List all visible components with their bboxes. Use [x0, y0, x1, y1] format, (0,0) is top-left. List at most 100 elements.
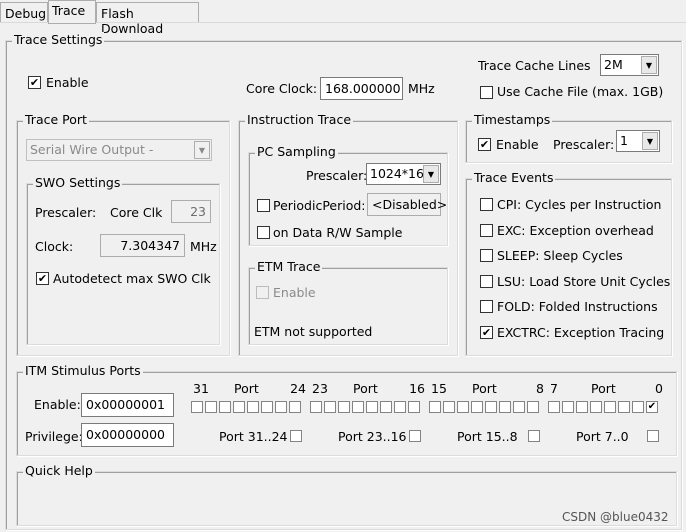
use-cache-file-checkbox[interactable]: [480, 86, 493, 99]
cache-lines-select[interactable]: 2M ▼: [600, 54, 659, 76]
port-bit-checkbox[interactable]: [604, 401, 616, 413]
trace-event-checkbox[interactable]: [480, 249, 493, 263]
port-bit-checkbox[interactable]: [289, 401, 301, 413]
timestamps-enable-label: Enable: [496, 137, 539, 152]
port-bit-checkbox[interactable]: [205, 401, 217, 413]
port-bit-checkbox[interactable]: [499, 401, 511, 413]
bit-low-label: 8: [536, 381, 544, 396]
trace-event-checkbox[interactable]: [480, 223, 493, 237]
bit-low-label: 0: [655, 381, 663, 396]
tab-flash-download[interactable]: Flash Download: [96, 2, 199, 36]
port-bit-checkbox[interactable]: [590, 401, 602, 413]
trace-event-checkbox[interactable]: ✔: [480, 326, 493, 339]
port-bit-checkbox[interactable]: [513, 401, 525, 413]
group-title: Trace Events: [472, 170, 556, 185]
chevron-down-icon: ▼: [641, 56, 657, 74]
port-label: Port: [591, 381, 616, 396]
group-title: Trace Port: [23, 112, 89, 127]
etm-enable-checkbox[interactable]: [256, 286, 269, 299]
port-bit-checkbox[interactable]: [219, 401, 231, 413]
bit-low-label: 24: [290, 381, 306, 396]
trace-event-label: SLEEP: Sleep Cycles: [497, 248, 623, 264]
trace-event-checkbox[interactable]: [480, 198, 493, 211]
port-privilege-label: Port 7..0: [576, 429, 629, 444]
port-bit-checkbox[interactable]: [191, 401, 203, 413]
timestamps-enable-checkbox[interactable]: ✔: [478, 138, 491, 151]
port-bit-checkbox[interactable]: [380, 401, 392, 413]
trace-event-checkbox[interactable]: [480, 274, 493, 288]
trace-event-label: EXCTRC: Exception Tracing: [497, 325, 665, 340]
trace-port-select[interactable]: Serial Wire Output - UART/NRZ ▼: [26, 139, 212, 161]
group-title: Trace Settings: [12, 32, 105, 47]
port-privilege-checkbox[interactable]: [409, 430, 421, 442]
pc-prescaler-select[interactable]: 1024*16 ▼: [366, 163, 441, 185]
periodic-input[interactable]: <Disabled>: [367, 193, 447, 216]
port-bit-checkbox[interactable]: [527, 401, 539, 413]
watermark: CSDN @blue0432: [562, 510, 669, 524]
port-bit-checkbox[interactable]: ✔: [646, 401, 658, 413]
port-bit-checkbox[interactable]: [366, 401, 378, 413]
port-bit-checkbox[interactable]: [324, 401, 336, 413]
port-bit-checkbox[interactable]: [275, 401, 287, 413]
port-bit-checkbox[interactable]: [632, 401, 644, 413]
bit-low-label: 16: [409, 381, 425, 396]
port-privilege-label: Port 23..16: [338, 429, 407, 444]
data-rw-sample-checkbox[interactable]: [257, 226, 270, 239]
tab-trace[interactable]: Trace: [48, 0, 96, 24]
trace-event-label: EXC: Exception overhead: [497, 222, 654, 238]
port-label: Port: [472, 381, 497, 396]
tab-debug[interactable]: Debug: [0, 2, 48, 23]
port-bit-checkbox[interactable]: [443, 401, 455, 413]
group-title: Quick Help: [23, 463, 95, 478]
swo-prescaler-input[interactable]: 23: [171, 200, 211, 223]
port-bit-checkbox[interactable]: [394, 401, 406, 413]
swo-clock-input[interactable]: 7.304347: [100, 234, 185, 257]
itm-enable-label: Enable:: [34, 397, 81, 412]
etm-status: ETM not supported: [254, 324, 373, 339]
port-bit-checkbox[interactable]: [485, 401, 497, 413]
bit-high-label: 15: [431, 381, 447, 396]
port-bit-checkbox[interactable]: [338, 401, 350, 413]
cache-lines-value: 2M: [604, 57, 623, 72]
port-privilege-checkbox[interactable]: [647, 430, 659, 442]
trace-enable-label: Enable: [46, 75, 89, 90]
port-label: Port: [234, 381, 259, 396]
trace-port-value: Serial Wire Output - UART/NRZ: [30, 142, 154, 160]
trace-event-label: LSU: Load Store Unit Cycles: [497, 273, 671, 289]
periodic-checkbox[interactable]: [257, 199, 270, 212]
autodetect-swo-checkbox[interactable]: ✔: [36, 272, 49, 285]
port-bit-checkbox[interactable]: [247, 401, 259, 413]
core-clock-input[interactable]: 168.000000: [320, 77, 403, 100]
timestamps-prescaler-value: 1: [620, 133, 628, 148]
port-bit-checkbox[interactable]: [429, 401, 441, 413]
trace-event-checkbox[interactable]: [480, 300, 493, 314]
port-bit-checkbox[interactable]: [576, 401, 588, 413]
port-privilege-checkbox[interactable]: [528, 430, 540, 442]
port-bit-checkbox[interactable]: [471, 401, 483, 413]
autodetect-swo-label: Autodetect max SWO Clk: [53, 271, 211, 286]
port-bit-checkbox[interactable]: [562, 401, 574, 413]
port-bit-checkbox[interactable]: [548, 401, 560, 413]
itm-enable-input[interactable]: 0x00000001: [81, 393, 174, 417]
group-title: Timestamps: [472, 112, 553, 127]
trace-enable-checkbox[interactable]: ✔: [28, 76, 41, 89]
cache-lines-label: Trace Cache Lines: [478, 58, 591, 73]
use-cache-file-label: Use Cache File (max. 1GB): [497, 84, 664, 99]
port-bit-checkbox[interactable]: [457, 401, 469, 413]
core-clock-label: Core Clock:: [246, 81, 318, 96]
port-bit-checkbox[interactable]: [310, 401, 322, 413]
port-privilege-label: Port 31..24: [219, 429, 288, 444]
trace-event-label: FOLD: Folded Instructions: [497, 299, 658, 315]
port-privilege-checkbox[interactable]: [290, 430, 302, 442]
port-bit-checkbox[interactable]: [233, 401, 245, 413]
chevron-down-icon: ▼: [642, 132, 658, 150]
timestamps-prescaler-select[interactable]: 1 ▼: [616, 130, 660, 152]
itm-privilege-input[interactable]: 0x00000000: [81, 423, 174, 447]
swo-clock-unit: MHz: [190, 239, 217, 254]
port-bit-checkbox[interactable]: [618, 401, 630, 413]
bit-high-label: 7: [550, 381, 558, 396]
pc-prescaler-label: Prescaler:: [306, 168, 368, 183]
port-bit-checkbox[interactable]: [352, 401, 364, 413]
port-bit-checkbox[interactable]: [408, 401, 420, 413]
port-bit-checkbox[interactable]: [261, 401, 273, 413]
